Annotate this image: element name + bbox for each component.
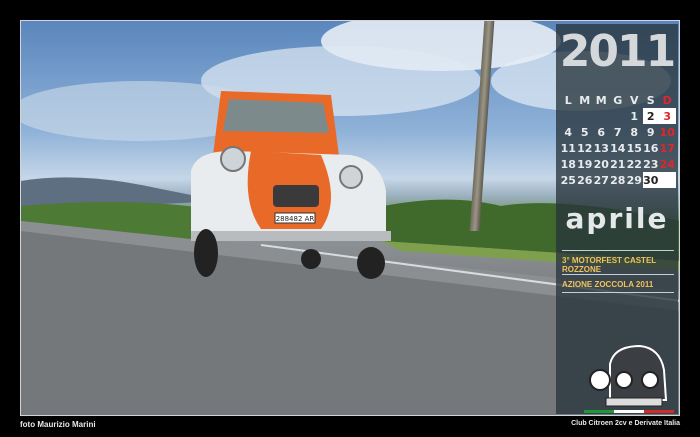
weekday-header-row: L M M G V S D xyxy=(560,92,676,108)
calendar-day: 22 xyxy=(626,157,642,171)
calendar-day: 13 xyxy=(593,141,609,155)
calendar-day-highlighted: 3 xyxy=(659,108,676,124)
calendar-week: 1 2 3 xyxy=(560,108,676,124)
calendar-year: 2011 xyxy=(559,26,676,77)
calendar-day: 5 xyxy=(580,125,589,139)
calendar-day: 23 xyxy=(643,157,659,171)
weekday-label: D xyxy=(662,93,672,107)
calendar-day xyxy=(560,108,577,124)
calendar-week: 11 12 13 14 15 16 17 xyxy=(560,140,676,156)
calendar-day: 12 xyxy=(577,141,593,155)
photo-credit: foto Maurizio Marini xyxy=(20,420,96,429)
calendar-day: 27 xyxy=(593,173,609,187)
divider xyxy=(562,250,674,251)
calendar-day: 28 xyxy=(610,173,626,187)
calendar-day-highlighted xyxy=(659,172,676,188)
weekday-label: L xyxy=(564,93,572,107)
calendar-day: 14 xyxy=(610,141,626,155)
weekday-label: M xyxy=(579,93,591,107)
weekday-label: S xyxy=(646,93,655,107)
event-item: AZIONE ZOCCOLA 2011 xyxy=(562,280,654,289)
calendar-day-highlighted: 2 xyxy=(642,108,659,124)
calendar-day: 29 xyxy=(626,173,642,187)
citroen-2cv-car: 288482 AR xyxy=(191,91,391,279)
calendar-day: 4 xyxy=(564,125,573,139)
divider xyxy=(562,274,674,275)
calendar-day xyxy=(577,108,594,124)
calendar-day: 21 xyxy=(610,157,626,171)
calendar-day: 20 xyxy=(593,157,609,171)
calendar-day: 25 xyxy=(560,173,576,187)
calendar-day: 7 xyxy=(613,125,622,139)
weekday-label: V xyxy=(629,93,639,107)
weekday-label: G xyxy=(613,93,623,107)
calendar-grid: L M M G V S D 1 2 3 4 5 6 7 8 9 10 11 12… xyxy=(560,92,678,188)
club-2cv-logo xyxy=(584,344,674,413)
calendar-day: 17 xyxy=(659,141,675,155)
calendar-week: 4 5 6 7 8 9 10 xyxy=(560,124,676,140)
calendar-week: 18 19 20 21 22 23 24 xyxy=(560,156,676,172)
calendar-day: 19 xyxy=(577,157,593,171)
calendar-day xyxy=(593,108,610,124)
weekday-label: M xyxy=(595,93,607,107)
calendar-day-highlighted: 30 xyxy=(642,172,659,188)
calendar-day: 8 xyxy=(630,125,639,139)
calendar-day: 24 xyxy=(659,157,675,171)
calendar-day: 6 xyxy=(597,125,606,139)
club-name: Club Citroen 2cv e Derivate Italia xyxy=(571,420,680,427)
calendar-day: 15 xyxy=(626,141,642,155)
calendar-day: 26 xyxy=(577,173,593,187)
license-plate: 288482 AR xyxy=(276,215,315,223)
calendar-day: 9 xyxy=(646,125,655,139)
calendar-day: 11 xyxy=(560,141,576,155)
calendar-month: aprile xyxy=(565,202,669,235)
calendar-day: 1 xyxy=(630,109,639,123)
calendar-day: 18 xyxy=(560,157,576,171)
calendar-day: 16 xyxy=(643,141,659,155)
calendar-week: 25 26 27 28 29 30 xyxy=(560,172,676,188)
calendar-day xyxy=(610,108,627,124)
calendar-day: 10 xyxy=(659,125,675,139)
divider xyxy=(562,292,674,293)
event-item: 3° MOTORFEST CASTEL ROZZONE xyxy=(562,256,657,274)
